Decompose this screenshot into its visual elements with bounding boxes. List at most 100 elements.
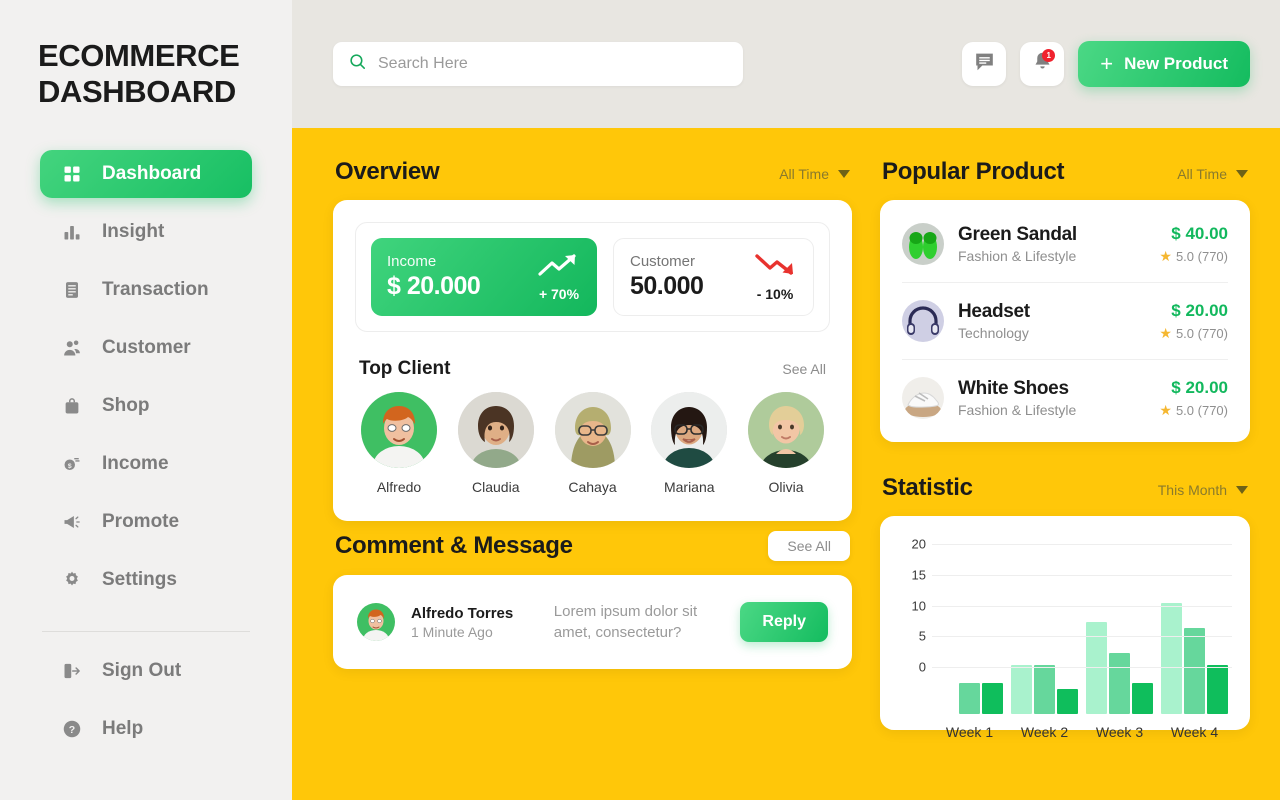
popular-product-title: Popular Product [882, 158, 1065, 185]
client-item[interactable]: Cahaya [554, 392, 631, 495]
avatar [748, 392, 824, 468]
product-category: Fashion & Lifestyle [958, 248, 1077, 264]
product-meta: $ 20.00 ★ 5.0 (770) [1159, 301, 1228, 342]
sidebar-item-label: Transaction [102, 279, 209, 301]
product-row[interactable]: Headset Technology $ 20.00 ★ 5.0 (770) [902, 283, 1228, 360]
top-client-header: Top Client See All [359, 358, 826, 380]
users-icon [62, 338, 82, 358]
chevron-down-icon [1236, 486, 1248, 494]
comment-author: Alfredo Torres 1 Minute Ago [411, 605, 538, 640]
avatar [651, 392, 728, 468]
top-client-list: Alfredo Claudia Cahaya Mariana Olivia [355, 392, 830, 495]
client-item[interactable]: Claudia [457, 392, 534, 495]
trend-down-icon [753, 252, 797, 283]
product-rating: ★ 5.0 (770) [1159, 325, 1228, 342]
statistic-filter[interactable]: This Month [1158, 482, 1248, 498]
sidebar-item-customer[interactable]: Customer [40, 324, 252, 372]
notifications-button[interactable]: 1 [1020, 42, 1065, 86]
comment-author-name: Alfredo Torres [411, 604, 514, 622]
client-name: Olivia [768, 479, 804, 495]
popular-product-header: Popular Product All Time [880, 152, 1250, 200]
product-meta: $ 40.00 ★ 5.0 (770) [1159, 224, 1228, 265]
product-row[interactable]: White Shoes Fashion & Lifestyle $ 20.00 … [902, 360, 1228, 436]
comment-text: Lorem ipsum dolor sit amet, consectetur? [553, 603, 698, 641]
top-client-title: Top Client [359, 358, 451, 379]
client-name: Mariana [663, 479, 715, 495]
product-category: Fashion & Lifestyle [958, 402, 1077, 418]
new-product-button[interactable]: + New Product [1078, 41, 1250, 87]
search-bar[interactable] [333, 42, 743, 86]
customer-value: 50.000 [630, 272, 704, 300]
sidebar-item-label: Shop [102, 395, 150, 417]
popular-product-filter[interactable]: All Time [1177, 166, 1248, 182]
chart-bar-group [1011, 591, 1078, 714]
chart-x-axis: Week 1 Week 2 Week 3 Week 4 [932, 724, 1232, 740]
popular-product-card: Green Sandal Fashion & Lifestyle $ 40.00… [880, 200, 1250, 442]
sidebar-item-dashboard[interactable]: Dashboard [40, 150, 252, 199]
chart-x-tick: Week 1 [945, 724, 994, 740]
chart-bar [959, 683, 980, 714]
sidebar-item-help[interactable]: ? Help [40, 705, 252, 753]
chart-y-tick: 15 [911, 567, 926, 583]
message-icon [974, 51, 995, 77]
product-thumbnail [902, 300, 944, 342]
product-row[interactable]: Green Sandal Fashion & Lifestyle $ 40.00… [902, 206, 1228, 283]
sidebar-item-settings[interactable]: Settings [40, 556, 252, 604]
chevron-down-icon [1236, 170, 1248, 178]
customer-trend: - 10% [753, 252, 797, 302]
topbar: 1 + New Product [292, 0, 1280, 128]
popular-product-filter-label: All Time [1177, 166, 1227, 182]
sidebar-item-label: Settings [102, 569, 177, 591]
customer-stat-card[interactable]: Customer 50.000 - 10% [613, 238, 814, 316]
overview-column: Overview All Time Income $ 20.000 + 70% … [333, 152, 852, 800]
search-input[interactable] [378, 55, 727, 73]
chart-gridline [932, 574, 1232, 576]
chart-y-axis: 0 5 10 15 20 [898, 537, 932, 675]
client-item[interactable]: Mariana [651, 392, 728, 495]
overview-filter-label: All Time [779, 166, 829, 182]
sidebar-nav: Dashboard Insight Transaction Customer S… [0, 145, 292, 758]
chart-gridline [932, 667, 1232, 668]
product-thumbnail [902, 223, 944, 265]
sidebar-item-label: Income [102, 453, 169, 475]
reply-button[interactable]: Reply [740, 602, 828, 642]
chart-bar [1132, 683, 1153, 714]
product-rating-value: 5.0 (770) [1175, 325, 1228, 341]
plus-icon: + [1100, 51, 1114, 76]
chart-bar [1109, 652, 1130, 714]
sidebar-item-promote[interactable]: Promote [40, 498, 252, 546]
customer-delta: - 10% [756, 286, 794, 302]
bar-chart: 0 5 10 15 20 Week 1 Week 2 Week 3 Week 4 [898, 537, 1232, 740]
client-name: Cahaya [568, 479, 617, 495]
sidebar-item-insight[interactable]: Insight [40, 208, 252, 256]
statistic-chart-card: 0 5 10 15 20 Week 1 Week 2 Week 3 Week 4 [880, 516, 1250, 740]
sidebar-item-transaction[interactable]: Transaction [40, 266, 252, 314]
chart-bar [1057, 689, 1078, 714]
sidebar-item-label: Insight [102, 221, 165, 243]
svg-text:?: ? [69, 724, 75, 736]
overview-filter[interactable]: All Time [779, 166, 850, 182]
help-icon: ? [62, 719, 82, 739]
top-client-see-all[interactable]: See All [782, 361, 826, 377]
messages-button[interactable] [962, 42, 1007, 86]
product-name: Green Sandal [958, 224, 1077, 245]
product-thumbnail [902, 377, 944, 419]
sidebar-item-sign-out[interactable]: Sign Out [40, 647, 252, 695]
comment-header: Comment & Message See All [333, 521, 852, 575]
search-icon [349, 53, 366, 75]
star-icon: ★ [1159, 401, 1172, 418]
sidebar-item-shop[interactable]: Shop [40, 382, 252, 430]
avatar [357, 603, 395, 641]
sidebar-item-income[interactable]: $ Income [40, 440, 252, 488]
client-item[interactable]: Olivia [748, 392, 824, 495]
income-stat-card[interactable]: Income $ 20.000 + 70% [371, 238, 597, 316]
sign-out-icon [62, 661, 82, 681]
sidebar-divider [42, 631, 250, 633]
notification-badge: 1 [1042, 49, 1056, 62]
chart-y-tick: 20 [911, 536, 926, 552]
product-rating-value: 5.0 (770) [1175, 402, 1228, 418]
statistic-header: Statistic This Month [880, 468, 1250, 516]
list-icon [62, 280, 82, 300]
client-item[interactable]: Alfredo [361, 392, 437, 495]
comment-see-all-button[interactable]: See All [768, 531, 850, 561]
